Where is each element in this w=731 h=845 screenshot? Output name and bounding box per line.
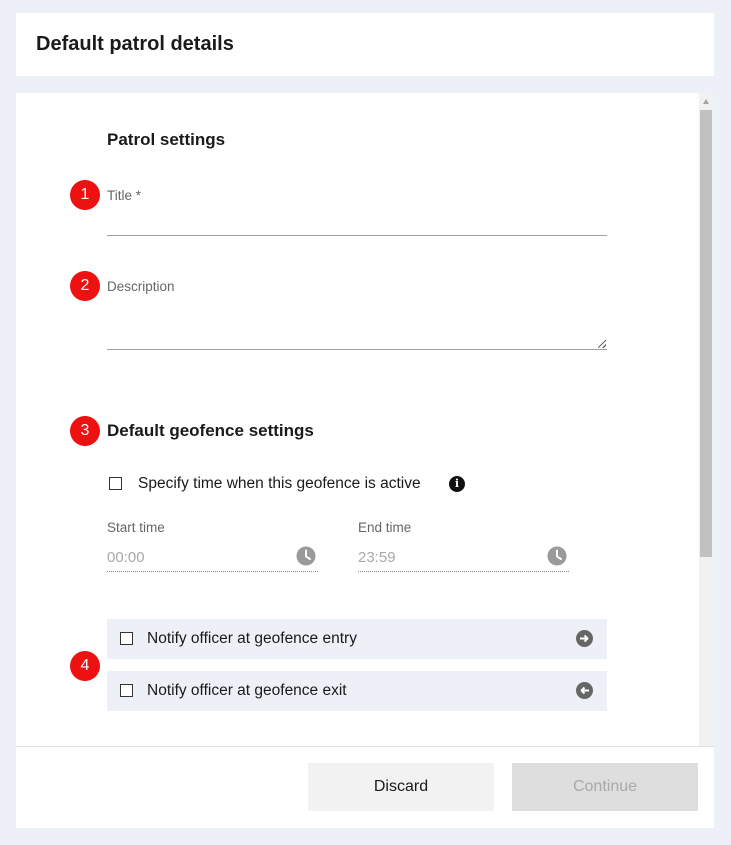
notify-exit-row[interactable]: Notify officer at geofence exit <box>107 671 607 711</box>
discard-button[interactable]: Discard <box>308 763 494 811</box>
specify-time-checkbox[interactable] <box>109 477 122 490</box>
description-label: Description <box>107 279 175 294</box>
patrol-settings-heading: Patrol settings <box>107 130 226 149</box>
end-time-value: 23:59 <box>358 549 396 566</box>
scroll-up-icon[interactable] <box>703 99 709 104</box>
dialog-header: Default patrol details <box>16 13 714 76</box>
dialog-body: Patrol settings 1 Title * 2 Description … <box>16 93 714 828</box>
specify-time-label[interactable]: Specify time when this geofence is activ… <box>138 475 421 493</box>
clock-icon[interactable] <box>547 546 567 566</box>
info-icon[interactable]: i <box>449 476 465 492</box>
title-input[interactable] <box>107 209 607 236</box>
start-time-label: Start time <box>107 520 165 535</box>
notify-entry-checkbox[interactable] <box>120 632 133 645</box>
geofence-settings-heading: Default geofence settings <box>107 421 314 440</box>
description-textarea[interactable] <box>107 311 607 350</box>
notify-entry-label[interactable]: Notify officer at geofence entry <box>147 630 357 648</box>
start-time-field[interactable]: 00:00 <box>107 545 318 572</box>
title-label: Title * <box>107 188 142 203</box>
start-time-value: 00:00 <box>107 549 145 566</box>
notify-exit-label[interactable]: Notify officer at geofence exit <box>147 682 347 700</box>
scrollbar[interactable] <box>699 93 714 746</box>
notify-exit-checkbox[interactable] <box>120 684 133 697</box>
marker-1: 1 <box>70 180 100 210</box>
scroll-content[interactable]: Patrol settings 1 Title * 2 Description … <box>16 93 699 746</box>
marker-3: 3 <box>70 416 100 446</box>
continue-button[interactable]: Continue <box>512 763 698 811</box>
clock-icon[interactable] <box>296 546 316 566</box>
end-time-label: End time <box>358 520 412 535</box>
notify-entry-row[interactable]: Notify officer at geofence entry <box>107 619 607 659</box>
scrollbar-thumb[interactable] <box>700 110 712 557</box>
marker-4: 4 <box>70 651 100 681</box>
resize-handle-icon[interactable] <box>598 340 606 348</box>
arrow-left-circle-icon <box>576 682 593 699</box>
end-time-field[interactable]: 23:59 <box>358 545 569 572</box>
arrow-right-circle-icon <box>576 630 593 647</box>
page-title: Default patrol details <box>36 33 234 55</box>
dialog-footer: Discard Continue <box>16 746 714 828</box>
marker-2: 2 <box>70 271 100 301</box>
